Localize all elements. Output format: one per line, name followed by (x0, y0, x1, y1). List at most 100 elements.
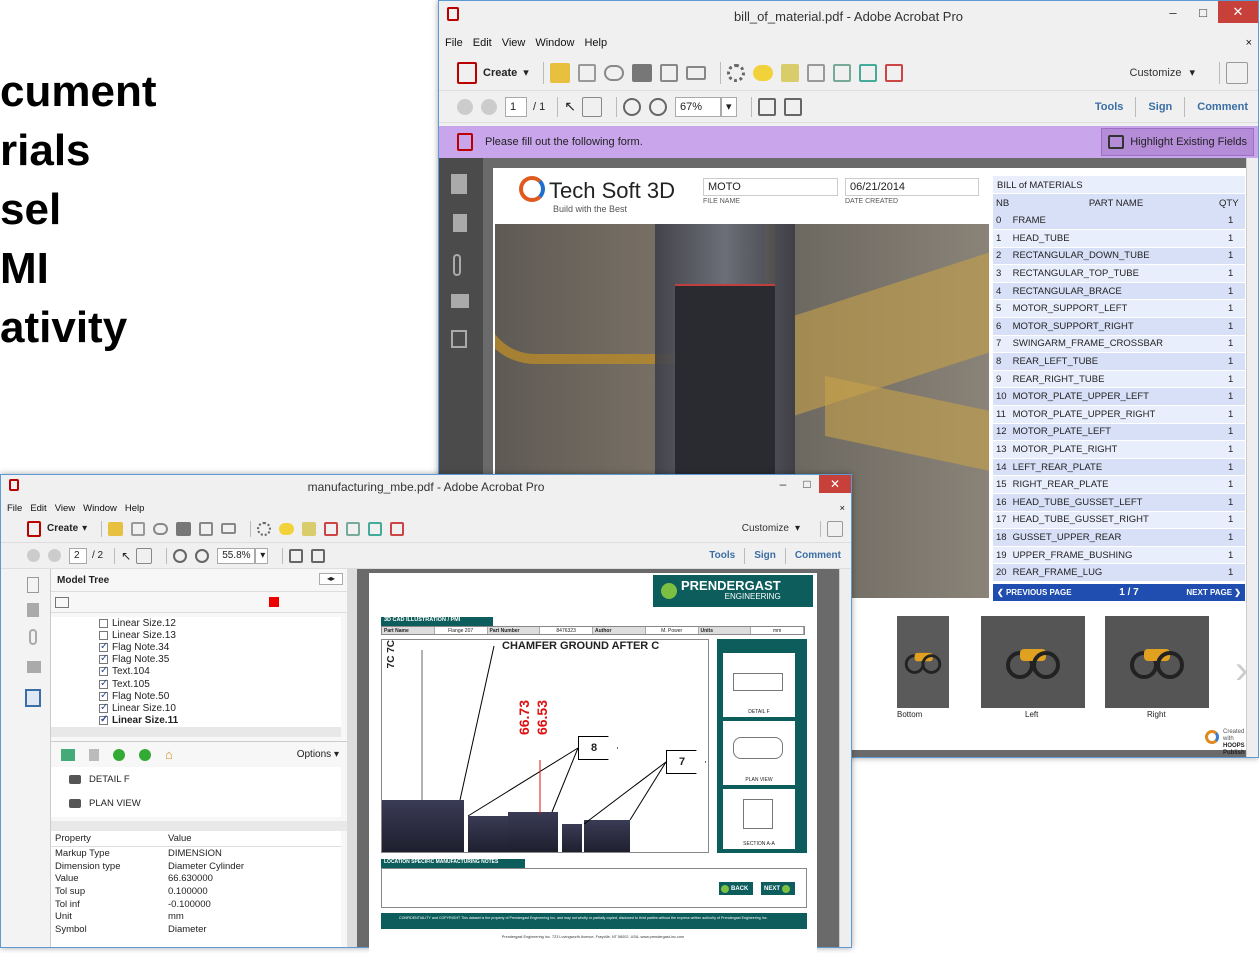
menu-window[interactable]: Window (535, 37, 574, 49)
tree-options-icon[interactable] (55, 596, 69, 608)
visibility-checkbox[interactable] (99, 665, 108, 677)
model-tree-icon[interactable] (451, 330, 467, 348)
file-name-field[interactable]: MOTO (703, 178, 838, 196)
tree-item[interactable]: Flag Note.35 (51, 653, 341, 666)
select-cursor-icon[interactable]: ↖ (121, 549, 131, 563)
previous-view-icon[interactable] (113, 748, 125, 761)
customize-button[interactable]: Customize (742, 523, 789, 534)
page-down-icon[interactable] (481, 98, 497, 115)
page-input[interactable]: 2 (69, 547, 87, 564)
visibility-checkbox[interactable] (99, 630, 108, 640)
cloud-upload-icon[interactable] (603, 64, 624, 81)
page-up-icon[interactable] (457, 98, 473, 115)
tree-item[interactable]: Flag Note.34 (51, 641, 341, 653)
print-icon[interactable] (631, 63, 652, 82)
close-doc-icon[interactable]: × (1246, 37, 1252, 49)
vertical-scrollbar[interactable] (1246, 158, 1258, 757)
comment-tab[interactable]: Comment (795, 550, 841, 561)
home-icon[interactable]: ⌂ (165, 747, 173, 762)
expand-icon[interactable] (1226, 61, 1248, 84)
visibility-checkbox[interactable] (99, 714, 108, 726)
horizontal-scrollbar[interactable] (51, 727, 341, 737)
comment-bubble-icon[interactable] (752, 64, 773, 81)
email-icon[interactable] (221, 523, 237, 534)
cloud-upload-icon[interactable] (153, 522, 169, 535)
tools-tab[interactable]: Tools (709, 550, 735, 561)
sign-tab[interactable]: Sign (1148, 101, 1172, 113)
zoom-out-icon[interactable] (622, 97, 641, 116)
side-view-plan[interactable]: PLAN VIEW (723, 721, 795, 785)
next-button[interactable]: NEXT (761, 882, 795, 895)
close-doc-icon[interactable]: × (839, 503, 845, 514)
create-pdf-icon[interactable] (457, 61, 477, 84)
page-thumbnails-icon[interactable] (27, 577, 39, 593)
page-input[interactable]: 1 (505, 96, 527, 117)
visibility-checkbox[interactable] (99, 653, 108, 665)
edit-icon[interactable] (659, 63, 678, 82)
customize-button[interactable]: Customize (1130, 67, 1182, 79)
minimize-button[interactable]: – (771, 475, 795, 493)
menu-edit[interactable]: Edit (473, 37, 492, 49)
menu-edit[interactable]: Edit (30, 503, 46, 514)
tree-item[interactable]: Linear Size.10 (51, 702, 341, 714)
tools-tab[interactable]: Tools (1095, 101, 1124, 113)
date-created-field[interactable]: 06/21/2014 (845, 178, 979, 196)
next-page-button[interactable]: NEXT PAGE ❯ (1186, 588, 1241, 597)
fit-page-icon[interactable] (289, 548, 304, 563)
side-view-detail-f[interactable]: DETAIL F (723, 653, 795, 717)
open-folder-icon[interactable] (108, 521, 124, 536)
edit-icon[interactable] (199, 521, 214, 536)
tree-item[interactable]: Linear Size.13 (51, 629, 341, 641)
visibility-checkbox[interactable] (99, 690, 108, 701)
document-icon[interactable] (832, 63, 851, 82)
open-folder-icon[interactable] (549, 62, 570, 83)
maximize-button[interactable]: □ (1188, 1, 1218, 23)
gear-icon[interactable] (726, 63, 745, 82)
menu-view[interactable]: View (55, 503, 75, 514)
signatures-icon[interactable] (451, 294, 469, 308)
attachments-icon[interactable] (453, 254, 461, 276)
minimize-button[interactable]: – (1158, 1, 1188, 23)
pmi-drawing[interactable]: CHAMFER GROUND AFTER C 7C 7C 66.73 66.53… (381, 639, 709, 853)
side-view-section[interactable]: SECTION A-A (723, 789, 795, 849)
page-thumbnails-icon[interactable] (451, 174, 467, 194)
menu-view[interactable]: View (502, 37, 526, 49)
visibility-checkbox[interactable] (99, 702, 108, 713)
chevron-down-icon[interactable]: ▾ (1189, 66, 1195, 79)
add-view-icon[interactable] (61, 748, 75, 761)
zoom-out-icon[interactable] (173, 548, 188, 563)
tree-item[interactable]: Text.104 (51, 665, 341, 678)
save-icon[interactable] (577, 63, 596, 82)
chevron-down-icon[interactable]: ▾ (82, 523, 87, 534)
email-icon[interactable] (685, 65, 706, 80)
stamp-icon[interactable] (806, 63, 825, 82)
tree-item[interactable]: Linear Size.12 (51, 617, 341, 629)
visibility-checkbox[interactable] (99, 641, 108, 652)
page-up-icon[interactable] (27, 549, 40, 562)
fit-page-icon[interactable] (757, 97, 776, 116)
select-cursor-icon[interactable]: ↖ (564, 98, 576, 115)
export-icon[interactable] (368, 521, 383, 536)
zoom-in-icon[interactable] (648, 97, 667, 116)
form-icon[interactable] (390, 521, 405, 536)
hand-tool-icon[interactable] (136, 547, 153, 564)
chevron-down-icon[interactable]: ▾ (720, 96, 737, 117)
menu-help[interactable]: Help (125, 503, 145, 514)
view-item[interactable]: PLAN VIEW (51, 791, 341, 815)
view-thumb-left[interactable] (981, 616, 1085, 708)
comment-bubble-icon[interactable] (279, 522, 295, 535)
menu-help[interactable]: Help (584, 37, 607, 49)
create-button[interactable]: Create (47, 523, 78, 534)
previous-page-button[interactable]: ❮ PREVIOUS PAGE (997, 588, 1072, 597)
close-button[interactable]: ✕ (1218, 1, 1258, 23)
document-icon[interactable] (346, 521, 361, 536)
highlight-icon[interactable] (302, 521, 317, 536)
maximize-button[interactable]: □ (795, 475, 819, 493)
view-thumb-right[interactable] (1105, 616, 1209, 708)
gear-icon[interactable] (257, 521, 272, 536)
visibility-checkbox[interactable] (99, 678, 108, 689)
bookmarks-icon[interactable] (27, 603, 39, 617)
visibility-checkbox[interactable] (99, 618, 108, 628)
model-tree-icon[interactable] (25, 689, 41, 707)
form-icon[interactable] (884, 63, 903, 82)
